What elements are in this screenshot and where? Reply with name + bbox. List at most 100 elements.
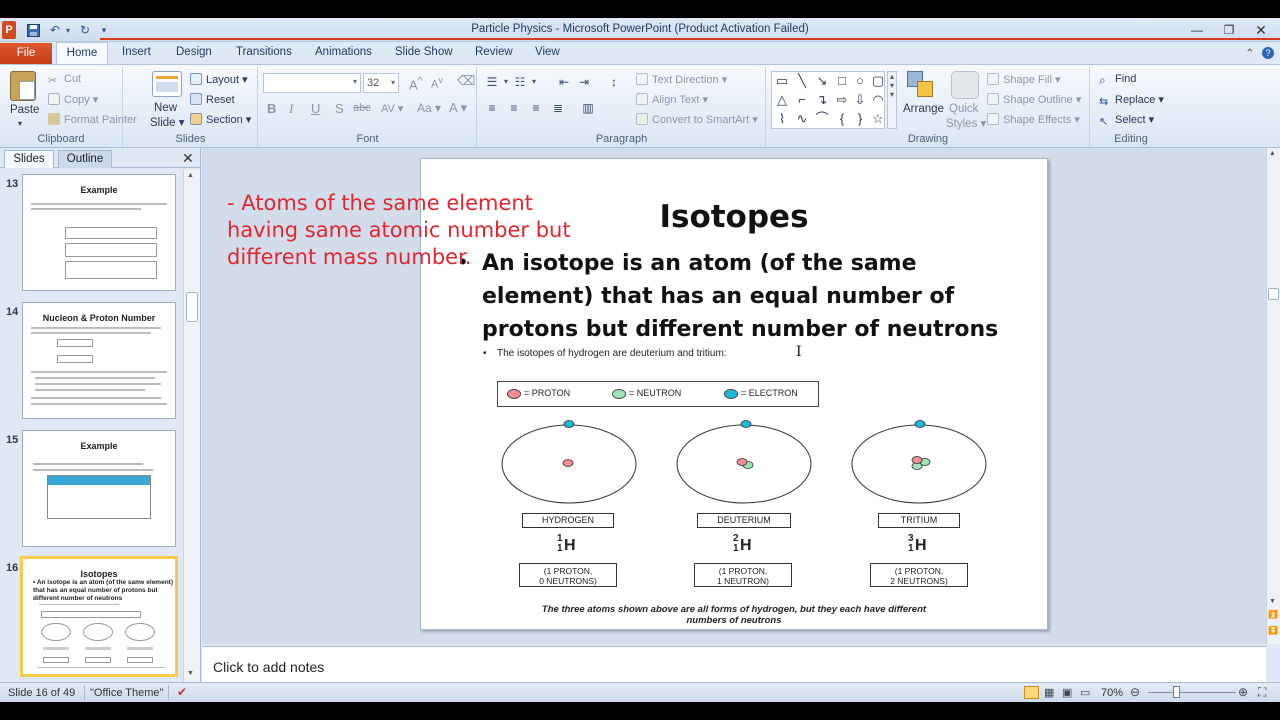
section-button[interactable]: Section ▾ bbox=[190, 113, 251, 126]
rounded-rect-shape-icon[interactable]: ▢ bbox=[870, 73, 886, 89]
shape-fill-button[interactable]: Shape Fill ▾ bbox=[987, 73, 1061, 86]
oval-shape-icon[interactable]: ○ bbox=[852, 73, 868, 89]
triangle-shape-icon[interactable]: △ bbox=[774, 92, 790, 108]
new-slide-icon[interactable] bbox=[152, 71, 182, 97]
arc-shape-icon[interactable]: ⌒ bbox=[814, 111, 830, 127]
right-arrow-shape-icon[interactable]: ⇨ bbox=[834, 92, 850, 108]
new-slide-label-2[interactable]: Slide ▾ bbox=[150, 115, 185, 129]
change-case-button[interactable]: Aa ▾ bbox=[417, 101, 441, 115]
bold-button[interactable]: B bbox=[267, 101, 276, 116]
slide-show-icon[interactable]: ▭ bbox=[1080, 686, 1090, 699]
slide-thumbnail-14[interactable]: Nucleon & Proton Number bbox=[22, 302, 176, 419]
next-slide-icon[interactable]: ⏬ bbox=[1268, 626, 1278, 635]
arrange-icon[interactable] bbox=[907, 71, 937, 99]
underline-button[interactable]: U bbox=[311, 101, 320, 116]
slide-thumbnail-15[interactable]: Example bbox=[22, 430, 176, 547]
scroll-thumb[interactable] bbox=[1268, 288, 1279, 300]
overlay-note-textbox[interactable]: - Atoms of the same element having same … bbox=[227, 190, 572, 271]
diagram-caption[interactable]: The three atoms shown above are all form… bbox=[421, 604, 1047, 626]
align-text-button[interactable]: Align Text ▾ bbox=[636, 93, 708, 106]
deuterium-label[interactable]: DEUTERIUM bbox=[697, 513, 791, 528]
slide-sub-bullet[interactable]: The isotopes of hydrogen are deuterium a… bbox=[497, 348, 727, 359]
left-brace-shape-icon[interactable]: { bbox=[834, 111, 850, 127]
font-name-combobox[interactable]: ▾ bbox=[263, 73, 361, 93]
character-spacing-button[interactable]: AV ▾ bbox=[381, 102, 403, 115]
align-right-icon[interactable]: ≡ bbox=[528, 101, 544, 115]
rectangle-shape-icon[interactable]: □ bbox=[834, 73, 850, 89]
fit-to-window-icon[interactable]: ⛶ bbox=[1258, 685, 1266, 700]
tab-review[interactable]: Review bbox=[475, 46, 513, 58]
tab-transitions[interactable]: Transitions bbox=[236, 46, 292, 58]
scroll-up-icon[interactable]: ▲ bbox=[187, 172, 194, 179]
slide-thumbnail-16[interactable]: Isotopes • An isotope is an atom (of the… bbox=[20, 556, 178, 677]
shapes-gallery[interactable]: ▭ ╲ ↘ □ ○ ▢ △ ⌐ ↴ ⇨ ⇩ ◠ ⌇ ∿ ⌒ { } ☆ bbox=[771, 71, 885, 129]
line-spacing-icon[interactable]: ↕ bbox=[606, 75, 622, 89]
zoom-slider[interactable] bbox=[1148, 692, 1236, 693]
slide-sorter-icon[interactable]: ▦ bbox=[1044, 686, 1054, 699]
increase-indent-icon[interactable]: ⇥ bbox=[576, 75, 592, 89]
spelling-check-icon[interactable]: ✔ bbox=[177, 685, 187, 699]
shapes-gallery-scroll[interactable]: ▴ ▾ ▾ bbox=[887, 71, 897, 129]
tritium-label[interactable]: TRITIUM bbox=[878, 513, 960, 528]
quick-styles-icon[interactable] bbox=[951, 71, 979, 99]
textbox-shape-icon[interactable]: ▭ bbox=[774, 73, 790, 89]
slides-pane-scrollbar[interactable]: ▲ ▼ bbox=[183, 170, 200, 684]
pane-close-icon[interactable]: ✕ bbox=[182, 150, 194, 167]
star-shape-icon[interactable]: ☆ bbox=[870, 111, 886, 127]
text-direction-button[interactable]: Text Direction ▾ bbox=[636, 73, 727, 86]
freeform-shape-icon[interactable]: ⌇ bbox=[774, 111, 790, 127]
curve-shape-icon[interactable]: ∿ bbox=[794, 111, 810, 127]
scroll-up-icon[interactable]: ▲ bbox=[1269, 150, 1276, 157]
zoom-in-icon[interactable]: ⊕ bbox=[1238, 685, 1248, 699]
line-shape-icon[interactable]: ╲ bbox=[794, 73, 810, 89]
reset-button[interactable]: Reset bbox=[190, 93, 235, 106]
tab-file[interactable]: File bbox=[0, 43, 52, 64]
grow-font-icon[interactable]: A^ bbox=[409, 75, 423, 92]
italic-button[interactable]: I bbox=[289, 101, 293, 117]
tab-design[interactable]: Design bbox=[176, 46, 212, 58]
tritium-composition[interactable]: (1 PROTON, 2 NEUTRONS) bbox=[870, 563, 968, 587]
legend-box[interactable]: = PROTON = NEUTRON = ELECTRON bbox=[497, 381, 819, 407]
cut-button[interactable]: ✂ Cut bbox=[48, 73, 81, 87]
find-button[interactable]: ⌕ Find bbox=[1099, 73, 1136, 87]
theme-name[interactable]: "Office Theme" bbox=[90, 687, 163, 699]
paste-icon[interactable] bbox=[10, 71, 36, 101]
curved-shape-icon[interactable]: ◠ bbox=[870, 92, 886, 108]
reading-view-icon[interactable]: ▣ bbox=[1062, 686, 1072, 699]
tab-animations[interactable]: Animations bbox=[315, 46, 372, 58]
layout-button[interactable]: Layout ▾ bbox=[190, 73, 248, 86]
copy-button[interactable]: Copy ▾ bbox=[48, 93, 98, 106]
slide-thumbnail-13[interactable]: Example bbox=[22, 174, 176, 291]
zoom-level[interactable]: 70% bbox=[1101, 687, 1123, 699]
normal-view-icon[interactable] bbox=[1024, 686, 1039, 699]
slide-vertical-scrollbar[interactable]: ▲ ▼ ⏫ ⏬ bbox=[1266, 148, 1280, 644]
scroll-down-icon[interactable]: ▼ bbox=[1269, 598, 1276, 605]
tab-home[interactable]: Home bbox=[56, 42, 108, 65]
paste-button[interactable]: Paste bbox=[10, 104, 39, 116]
minimize-ribbon-icon[interactable]: ⌃ bbox=[1245, 46, 1255, 60]
deuterium-composition[interactable]: (1 PROTON, 1 NEUTRON) bbox=[694, 563, 792, 587]
clear-formatting-icon[interactable]: ⌫ bbox=[457, 73, 475, 89]
previous-slide-icon[interactable]: ⏫ bbox=[1268, 610, 1278, 619]
numbering-dropdown-icon[interactable]: ▾ bbox=[526, 75, 542, 89]
font-size-combobox[interactable]: 32 ▾ bbox=[363, 73, 399, 93]
columns-icon[interactable]: ▥ bbox=[580, 101, 596, 115]
replace-button[interactable]: ⇆ Replace ▾ bbox=[1099, 93, 1164, 108]
arrow-line-shape-icon[interactable]: ↘ bbox=[814, 73, 830, 89]
down-arrow-shape-icon[interactable]: ⇩ bbox=[852, 92, 868, 108]
notes-placeholder[interactable]: Click to add notes bbox=[213, 659, 324, 675]
zoom-out-icon[interactable]: ⊖ bbox=[1130, 685, 1140, 699]
help-icon[interactable]: ? bbox=[1262, 47, 1274, 59]
atom-diagrams[interactable] bbox=[421, 417, 1049, 509]
align-left-icon[interactable]: ≡ bbox=[484, 101, 500, 115]
hydrogen-composition[interactable]: (1 PROTON, 0 NEUTRONS) bbox=[519, 563, 617, 587]
tab-view[interactable]: View bbox=[535, 46, 560, 58]
new-slide-label[interactable]: New bbox=[154, 102, 177, 114]
tab-slide-show[interactable]: Slide Show bbox=[395, 46, 453, 58]
elbow-arrow-shape-icon[interactable]: ↴ bbox=[814, 92, 830, 108]
minimize-button[interactable]: — bbox=[1184, 21, 1210, 39]
quick-styles-button[interactable]: Quick bbox=[949, 103, 978, 115]
zoom-slider-thumb[interactable] bbox=[1173, 686, 1180, 698]
notes-pane[interactable]: Click to add notes bbox=[202, 646, 1266, 686]
font-color-button[interactable]: A ▾ bbox=[449, 100, 467, 116]
